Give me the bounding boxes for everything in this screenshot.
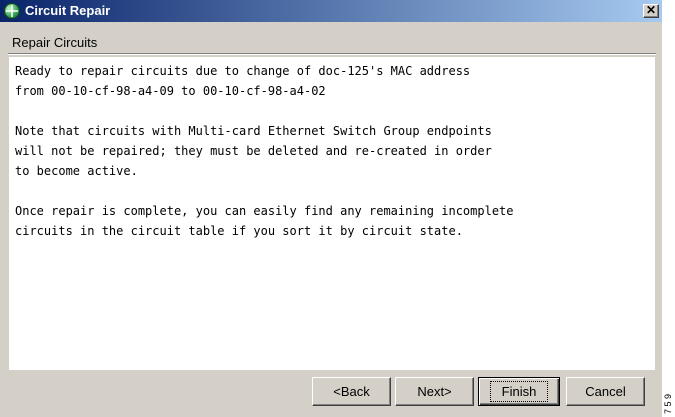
section-divider bbox=[8, 53, 656, 55]
next-button[interactable]: Next> bbox=[395, 377, 474, 406]
message-panel: Ready to repair circuits due to change o… bbox=[9, 57, 655, 370]
circuit-globe-icon bbox=[4, 3, 20, 19]
title-bar[interactable]: Circuit Repair ✕ bbox=[0, 0, 662, 22]
finish-button-label: Finish bbox=[489, 381, 549, 402]
close-button[interactable]: ✕ bbox=[643, 4, 659, 18]
message-paragraph-repair: Once repair is complete, you can easily … bbox=[15, 204, 514, 238]
message-paragraph-mac: Ready to repair circuits due to change o… bbox=[15, 64, 471, 98]
section-label: Repair Circuits bbox=[12, 35, 98, 50]
window-title: Circuit Repair bbox=[25, 3, 111, 18]
back-button[interactable]: <Back bbox=[312, 377, 391, 406]
finish-button[interactable]: Finish bbox=[478, 377, 560, 406]
circuit-repair-dialog: Circuit Repair ✕ Repair Circuits Ready t… bbox=[0, 0, 662, 417]
cancel-button[interactable]: Cancel bbox=[566, 377, 645, 406]
margin-figure-number: 7 5 9 bbox=[664, 393, 673, 414]
message-paragraph-note: Note that circuits with Multi-card Ether… bbox=[15, 124, 492, 178]
